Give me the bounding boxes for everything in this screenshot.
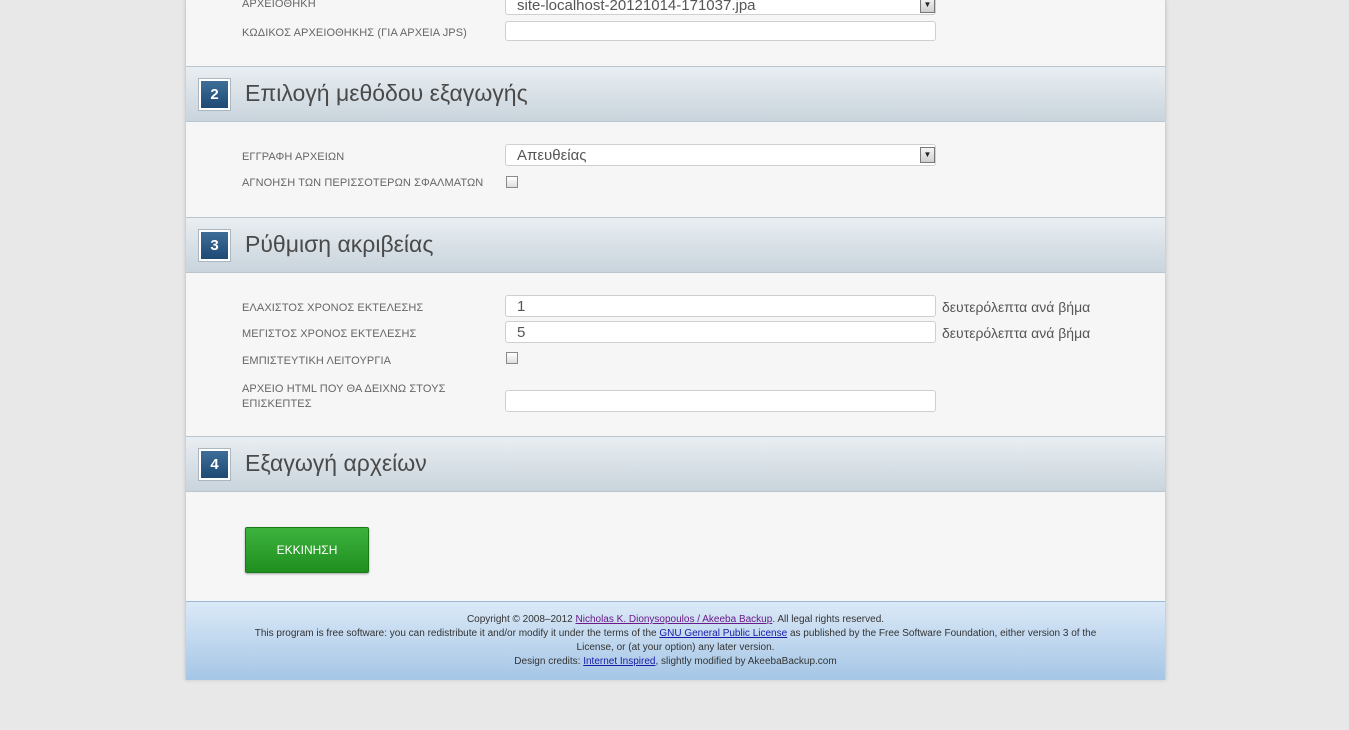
- design-suffix: , slightly modified by AkeebaBackup.com: [655, 656, 837, 667]
- section-number-badge: 2: [198, 78, 231, 111]
- html-file-label: ΑΡΧΕΙΟ HTML ΠΟΥ ΘΑ ΔΕΙΧΝΩ ΣΤΟΥΣ ΕΠΙΣΚΕΠΤ…: [242, 382, 446, 412]
- chevron-down-icon[interactable]: ▼: [920, 0, 935, 13]
- gpl-link[interactable]: GNU General Public License: [659, 628, 787, 639]
- design-prefix: Design credits:: [514, 656, 584, 667]
- author-link[interactable]: Nicholas K. Dionysopoulos / Akeeba Backu…: [576, 614, 773, 625]
- max-time-input[interactable]: 5: [505, 321, 936, 343]
- section-title: Ρύθμιση ακριβείας: [245, 231, 434, 257]
- html-file-label-line2: ΕΠΙΣΚΕΠΤΕΣ: [242, 398, 312, 410]
- footer-copyright-line: Copyright © 2008–2012 Nicholas K. Dionys…: [186, 613, 1165, 627]
- section-header-extract-files: 4 Εξαγωγή αρχείων: [186, 436, 1165, 492]
- write-files-select[interactable]: Απευθείας ▼: [505, 144, 936, 166]
- chevron-down-icon[interactable]: ▼: [920, 147, 935, 163]
- archive-password-input[interactable]: [505, 21, 936, 41]
- max-time-unit: δευτερόλεπτα ανά βήμα: [942, 325, 1091, 341]
- section-number-badge: 3: [198, 229, 231, 262]
- ignore-errors-label: ΑΓΝΟΗΣΗ ΤΩΝ ΠΕΡΙΣΣΟΤΕΡΩΝ ΣΦΑΛΜΑΤΩΝ: [242, 177, 484, 189]
- stealth-mode-checkbox[interactable]: [506, 352, 518, 364]
- footer-license-line: This program is free software: you can r…: [186, 627, 1165, 641]
- archive-select-value: site-localhost-20121014-171037.jpa: [517, 0, 756, 14]
- archive-password-label: ΚΩΔΙΚΟΣ ΑΡΧΕΙΟΘΗΚΗΣ (ΓΙΑ ΑΡΧΕΙΑ JPS): [242, 27, 467, 39]
- section-header-extraction-method: 2 Επιλογή μεθόδου εξαγωγής: [186, 66, 1165, 122]
- max-time-label: ΜΕΓΙΣΤΟΣ ΧΡΟΝΟΣ ΕΚΤΕΛΕΣΗΣ: [242, 328, 417, 340]
- section-title: Εξαγωγή αρχείων: [245, 450, 427, 476]
- min-time-unit: δευτερόλεπτα ανά βήμα: [942, 299, 1091, 315]
- html-file-label-line1: ΑΡΧΕΙΟ HTML ΠΟΥ ΘΑ ΔΕΙΧΝΩ ΣΤΟΥΣ: [242, 383, 446, 395]
- main-container: ΑΡΧΕΙΟΘΗΚΗ site-localhost-20121014-17103…: [185, 0, 1166, 680]
- write-files-label: ΕΓΓΡΑΦΗ ΑΡΧΕΙΩΝ: [242, 151, 345, 163]
- html-file-input[interactable]: [505, 390, 936, 412]
- section-header-fine-tuning: 3 Ρύθμιση ακριβείας: [186, 217, 1165, 273]
- min-time-input[interactable]: 1: [505, 295, 936, 317]
- archive-label: ΑΡΧΕΙΟΘΗΚΗ: [242, 0, 316, 10]
- ignore-errors-checkbox[interactable]: [506, 176, 518, 188]
- archive-select[interactable]: site-localhost-20121014-171037.jpa ▼: [505, 0, 936, 15]
- stealth-mode-label: ΕΜΠΙΣΤΕΥΤΙΚΗ ΛΕΙΤΟΥΡΓΙΑ: [242, 355, 392, 367]
- start-button[interactable]: ΕΚΚΙΝΗΣΗ: [245, 527, 369, 573]
- license-prefix: This program is free software: you can r…: [254, 628, 660, 639]
- footer-design-line: Design credits: Internet Inspired, sligh…: [186, 655, 1165, 669]
- footer: Copyright © 2008–2012 Nicholas K. Dionys…: [186, 601, 1165, 680]
- license-suffix-line1: as published by the Free Software Founda…: [787, 628, 1097, 639]
- section-title: Επιλογή μεθόδου εξαγωγής: [245, 80, 528, 106]
- section-number-badge: 4: [198, 448, 231, 481]
- copyright-prefix: Copyright © 2008–2012: [466, 614, 576, 625]
- write-files-select-value: Απευθείας: [517, 147, 587, 164]
- min-time-label: ΕΛΑΧΙΣΤΟΣ ΧΡΟΝΟΣ ΕΚΤΕΛΕΣΗΣ: [242, 302, 424, 314]
- copyright-suffix: . All legal rights reserved.: [772, 614, 885, 625]
- design-credit-link[interactable]: Internet Inspired: [583, 656, 655, 667]
- footer-license-line2: License, or (at your option) any later v…: [576, 642, 775, 653]
